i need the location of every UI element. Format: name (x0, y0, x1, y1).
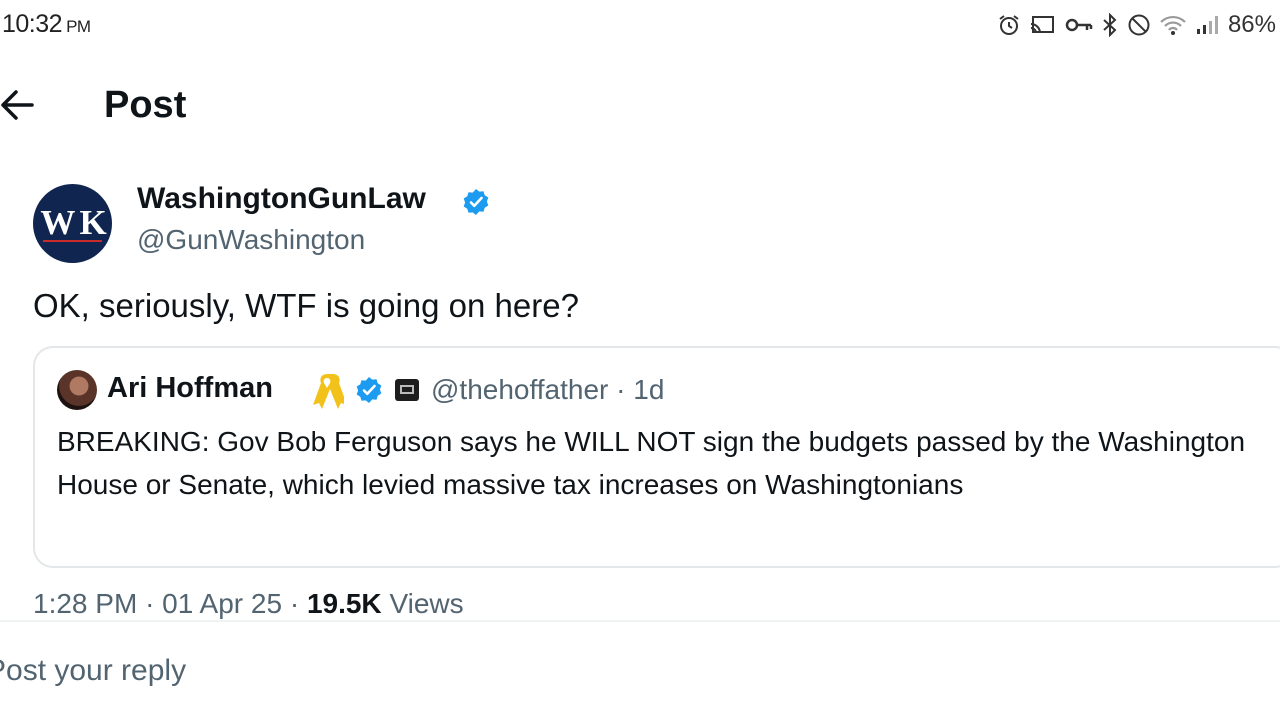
author-handle[interactable]: @GunWashington (137, 224, 365, 256)
page-title: Post (104, 84, 187, 126)
status-bar: 10:32 PM 86% (0, 0, 1280, 52)
avatar[interactable]: W K (33, 184, 112, 263)
battery-level: 86% (1227, 11, 1276, 38)
reply-bar (0, 622, 1280, 720)
tweet-text: OK, seriously, WTF is going on here? (33, 287, 579, 324)
status-ampm: PM (66, 17, 91, 36)
quoted-text: BREAKING: Gov Bob Ferguson says he WILL … (57, 426, 1246, 500)
key-icon (1065, 18, 1093, 32)
quoted-separator: · (616, 374, 626, 405)
quoted-avatar (57, 370, 97, 410)
avatar-logo-text: W K (40, 203, 106, 242)
yellow-ribbon-icon (313, 374, 344, 409)
affiliate-badge-icon (395, 379, 419, 401)
bluetooth-icon (1103, 13, 1117, 37)
tweet-time[interactable]: 1:28 PM (33, 588, 137, 619)
views-count: 19.5K (306, 588, 382, 619)
author-name[interactable]: WashingtonGunLaw (137, 182, 426, 216)
do-not-disturb-icon (1128, 14, 1150, 36)
quoted-age: 1d (633, 374, 665, 405)
arrow-left-icon (1, 90, 34, 120)
alarm-icon (999, 15, 1019, 35)
top-bar: Post (0, 70, 1280, 142)
views-label: Views (389, 588, 464, 619)
status-time: 10:32 PM (2, 10, 91, 39)
quoted-verified-badge-icon (356, 377, 382, 403)
verified-badge-icon (463, 189, 489, 215)
status-time-value: 10:32 (2, 10, 63, 38)
quoted-handle: @thehoffather (431, 374, 609, 405)
quoted-meta: @thehoffather · 1d (431, 374, 664, 406)
quoted-author-name: Ari Hoffman (107, 372, 273, 404)
signal-icon (1196, 16, 1218, 34)
meta-separator: · (145, 588, 155, 619)
tweet-meta: 1:28 PM · 01 Apr 25 · 19.5K Views (33, 588, 464, 620)
wifi-icon (1160, 15, 1186, 35)
quoted-tweet-card[interactable]: Ari Hoffman @thehoffather · 1d BREAKING:… (33, 346, 1280, 568)
status-icons: 86% (997, 8, 1276, 42)
avatar-logo-stripe (43, 240, 102, 242)
reply-input[interactable] (0, 648, 1186, 694)
back-button[interactable] (0, 82, 46, 128)
cast-icon (1030, 16, 1054, 34)
meta-separator: · (289, 588, 300, 619)
tweet-date[interactable]: 01 Apr 25 (162, 588, 282, 619)
